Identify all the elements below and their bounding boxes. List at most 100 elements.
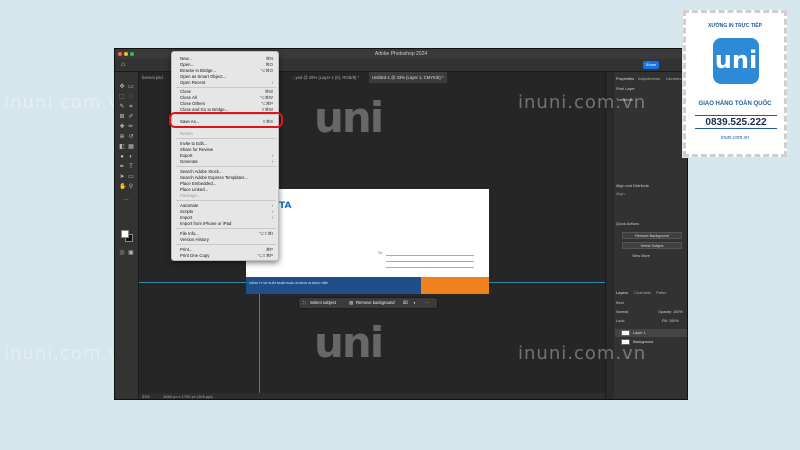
- artboard-tool-icon[interactable]: ▭: [128, 84, 134, 90]
- eyedropper-tool-icon[interactable]: ✐: [128, 114, 134, 120]
- align-section[interactable]: Align and Distribute: [616, 184, 649, 188]
- share-button[interactable]: Share: [643, 61, 659, 69]
- menu-item-print-one-copy[interactable]: Print One Copy ⌥⇧⌘P: [180, 253, 276, 258]
- document-size: 3850 px x 1700 px (300 ppi): [163, 394, 213, 399]
- watermark-text: inuni.com.vn: [4, 92, 133, 113]
- menu-item-invite-edit[interactable]: Invite to Edit...: [180, 141, 276, 146]
- file-menu: New... ⌘N Open... ⌘O Browse in Bridge... ⌥⌘…: [171, 51, 279, 261]
- document-to-label: To:: [378, 251, 383, 255]
- menu-item-generate[interactable]: Generate ›: [180, 159, 276, 164]
- crop-tool-icon[interactable]: ⌗: [128, 104, 134, 110]
- window-controls[interactable]: [118, 52, 134, 56]
- pixel-layer-label: Pixel Layer: [616, 87, 635, 91]
- menu-item-place-embedded[interactable]: Place Embedded...: [180, 181, 276, 186]
- menu-item-revert: Revert: [180, 131, 193, 136]
- tab-channels[interactable]: Channels: [634, 288, 651, 297]
- menu-item-file-info[interactable]: File Info... ⌥⇧⌘I: [180, 231, 276, 236]
- quick-actions-section[interactable]: Quick Actions: [616, 222, 639, 226]
- mask-icon[interactable]: ◑: [413, 298, 416, 308]
- shape-tool-icon[interactable]: ▭: [128, 174, 134, 180]
- zoom-level[interactable]: 33%: [142, 394, 150, 399]
- transform-icon[interactable]: ⌧: [403, 298, 408, 308]
- menu-item-search-stock[interactable]: Search Adobe Stock...: [180, 169, 276, 174]
- zoom-tool-icon[interactable]: ⚲: [128, 184, 134, 190]
- tab-adjustments[interactable]: Adjustments: [638, 74, 660, 83]
- menu-item-open-recent[interactable]: Open Recent ›: [180, 80, 276, 85]
- address-line: [386, 255, 474, 256]
- menu-item-export[interactable]: Export ›: [180, 153, 276, 158]
- remove-background-icon[interactable]: ▨: [349, 298, 353, 308]
- save-as-highlight: [169, 112, 283, 128]
- more-tools-icon[interactable]: …: [123, 196, 129, 202]
- tab-paths[interactable]: Paths: [656, 288, 666, 297]
- remove-background-panel-button[interactable]: Remove Background: [622, 232, 682, 239]
- tab-libraries[interactable]: Libraries: [666, 74, 681, 83]
- document-logo: TA: [279, 201, 292, 211]
- blend-mode-select[interactable]: Normal: [616, 310, 628, 314]
- select-subject-panel-button[interactable]: Select Subject: [622, 242, 682, 249]
- layer-kind-filter[interactable]: Kind: [616, 301, 624, 305]
- menu-item-open-smart-object[interactable]: Open as Smart Object...: [180, 74, 276, 79]
- layer-row-layer-1[interactable]: Layer 1: [615, 329, 687, 337]
- lasso-tool-icon[interactable]: ◌: [128, 94, 134, 100]
- tab-banner[interactable]: banner.psd: [139, 72, 166, 83]
- frame-tool-icon[interactable]: ⊠: [119, 114, 125, 120]
- layer-name: Layer 1: [633, 331, 646, 335]
- menu-item-open[interactable]: Open... ⌘O: [180, 62, 276, 67]
- remove-background-button[interactable]: Remove background: [356, 298, 395, 308]
- maximize-window-button[interactable]: [130, 52, 134, 56]
- menu-item-import-iphone[interactable]: Import from iPhone or iPad: [180, 221, 276, 226]
- menu-item-close[interactable]: Close ⌘W: [180, 89, 276, 94]
- menu-separator: [176, 244, 276, 245]
- tab-properties[interactable]: Properties: [616, 74, 634, 83]
- blur-tool-icon[interactable]: ●: [119, 154, 125, 160]
- menu-item-import[interactable]: Import ›: [180, 215, 276, 220]
- menu-item-print[interactable]: Print... ⌘P: [180, 247, 276, 252]
- hand-tool-icon[interactable]: ✋: [119, 184, 126, 190]
- menu-item-version-history[interactable]: Version History: [180, 237, 276, 242]
- quick-select-tool-icon[interactable]: ✎: [119, 104, 125, 110]
- quick-mask-icon[interactable]: ◎: [119, 250, 125, 256]
- fill-field[interactable]: Fill: 100%: [662, 319, 679, 323]
- tab-layers[interactable]: Layers: [616, 288, 628, 297]
- view-more-link[interactable]: View More: [632, 254, 650, 258]
- tab-untitled-1[interactable]: Untitled-1 @ 33% (Layer 1, CMYK/8) *: [369, 72, 447, 83]
- foreground-color-swatch[interactable]: [121, 230, 129, 238]
- opacity-field[interactable]: Opacity: 100%: [658, 310, 683, 314]
- history-brush-icon[interactable]: ↺: [128, 134, 134, 140]
- menu-item-new[interactable]: New... ⌘N: [180, 56, 276, 61]
- menu-item-close-all[interactable]: Close All ⌥⌘W: [180, 95, 276, 100]
- move-tool-icon[interactable]: ✥: [119, 84, 125, 90]
- tab-document-2[interactable]: ...yed @ 29% (Layer 1 (5), RGB/8) *: [289, 72, 362, 83]
- marquee-tool-icon[interactable]: ⬚: [119, 94, 125, 100]
- menu-item-close-others[interactable]: Close Others ⌥⌘P: [180, 101, 276, 106]
- more-options-icon[interactable]: ⋯: [425, 298, 429, 308]
- menu-item-search-express[interactable]: Search Adobe Express Templates...: [180, 175, 276, 180]
- dodge-tool-icon[interactable]: ◐: [128, 154, 134, 160]
- select-subject-button[interactable]: Select subject: [310, 298, 336, 308]
- select-subject-icon[interactable]: ⛶: [303, 298, 306, 308]
- menu-item-package: Package...: [180, 193, 201, 198]
- menu-item-place-linked[interactable]: Place Linked...: [180, 187, 276, 192]
- menu-item-scripts[interactable]: Scripts ›: [180, 209, 276, 214]
- brush-tool-icon[interactable]: ✏: [128, 124, 134, 130]
- healing-brush-icon[interactable]: ✚: [119, 124, 125, 130]
- eraser-tool-icon[interactable]: ◧: [119, 144, 125, 150]
- minimize-window-button[interactable]: [124, 52, 128, 56]
- screen-mode-icon[interactable]: ▣: [128, 250, 134, 256]
- clone-stamp-icon[interactable]: ⊕: [119, 134, 125, 140]
- stamp-title: XƯỞNG IN TRỰC TIẾP: [708, 23, 762, 29]
- menu-item-browse-bridge[interactable]: Browse in Bridge... ⌥⌘O: [180, 68, 276, 73]
- document-footer-accent: [421, 277, 489, 294]
- address-line: [386, 267, 474, 268]
- gradient-tool-icon[interactable]: ▦: [128, 144, 134, 150]
- watermark-text: inuni.com.vn: [4, 343, 133, 364]
- pen-tool-icon[interactable]: ✒: [119, 164, 125, 170]
- close-window-button[interactable]: [118, 52, 122, 56]
- path-select-icon[interactable]: ➤: [119, 174, 125, 180]
- menu-item-share-review[interactable]: Share for Review: [180, 147, 276, 152]
- menu-item-automate[interactable]: Automate ›: [180, 203, 276, 208]
- type-tool-icon[interactable]: T: [128, 164, 134, 170]
- document-canvas[interactable]: TA To: CÔNG TY CP XUẤT NHẬP KHẨU XƯƠNG I…: [246, 189, 489, 294]
- home-icon[interactable]: ⌂: [121, 61, 129, 69]
